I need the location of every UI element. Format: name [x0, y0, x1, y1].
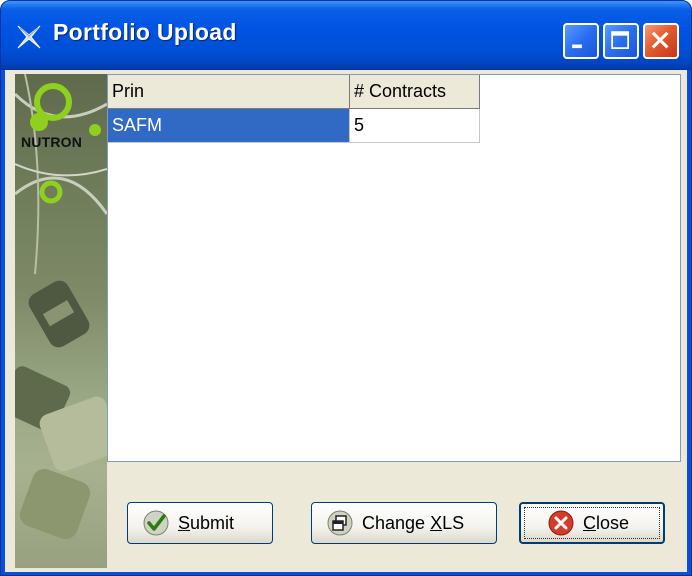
close-icon — [651, 31, 669, 49]
brand-text: NUTRON — [21, 134, 83, 150]
window-client-area: NUTRON Prin # Contracts SAFM 5 Submit Ch… — [5, 70, 687, 572]
button-bar: Submit Change XLS Close — [107, 468, 681, 568]
change-xls-button[interactable]: Change XLS — [311, 502, 497, 544]
portfolio-upload-window: Portfolio Upload NUTRON Prin # Contracts… — [0, 0, 692, 576]
close-button-focus-rect: Close — [524, 507, 660, 539]
maximize-button[interactable] — [603, 23, 639, 59]
cell-contracts[interactable]: 5 — [350, 109, 480, 143]
windows-icon — [327, 510, 353, 536]
column-header-prin[interactable]: Prin — [108, 75, 350, 109]
column-header-contracts[interactable]: # Contracts — [350, 75, 480, 109]
nutron-banner: NUTRON — [15, 74, 107, 568]
red-x-icon — [548, 510, 574, 536]
change-xls-label: Change XLS — [362, 512, 465, 533]
close-button[interactable]: Close — [519, 502, 665, 544]
close-label: Close — [583, 512, 630, 533]
checkmark-icon — [143, 510, 169, 536]
minimize-button[interactable] — [563, 23, 599, 59]
minimize-icon — [572, 44, 582, 49]
nutron-x-icon — [17, 25, 41, 49]
submit-button[interactable]: Submit — [127, 502, 273, 544]
window-title: Portfolio Upload — [53, 19, 237, 45]
window-frame: NUTRON Prin # Contracts SAFM 5 Submit Ch… — [0, 70, 692, 576]
submit-label: Submit — [178, 512, 235, 533]
title-bar[interactable]: Portfolio Upload — [0, 0, 692, 70]
close-window-button[interactable] — [643, 23, 679, 59]
maximize-icon — [611, 31, 629, 49]
contracts-grid[interactable]: Prin # Contracts SAFM 5 — [107, 74, 681, 462]
cell-prin[interactable]: SAFM — [108, 109, 350, 143]
